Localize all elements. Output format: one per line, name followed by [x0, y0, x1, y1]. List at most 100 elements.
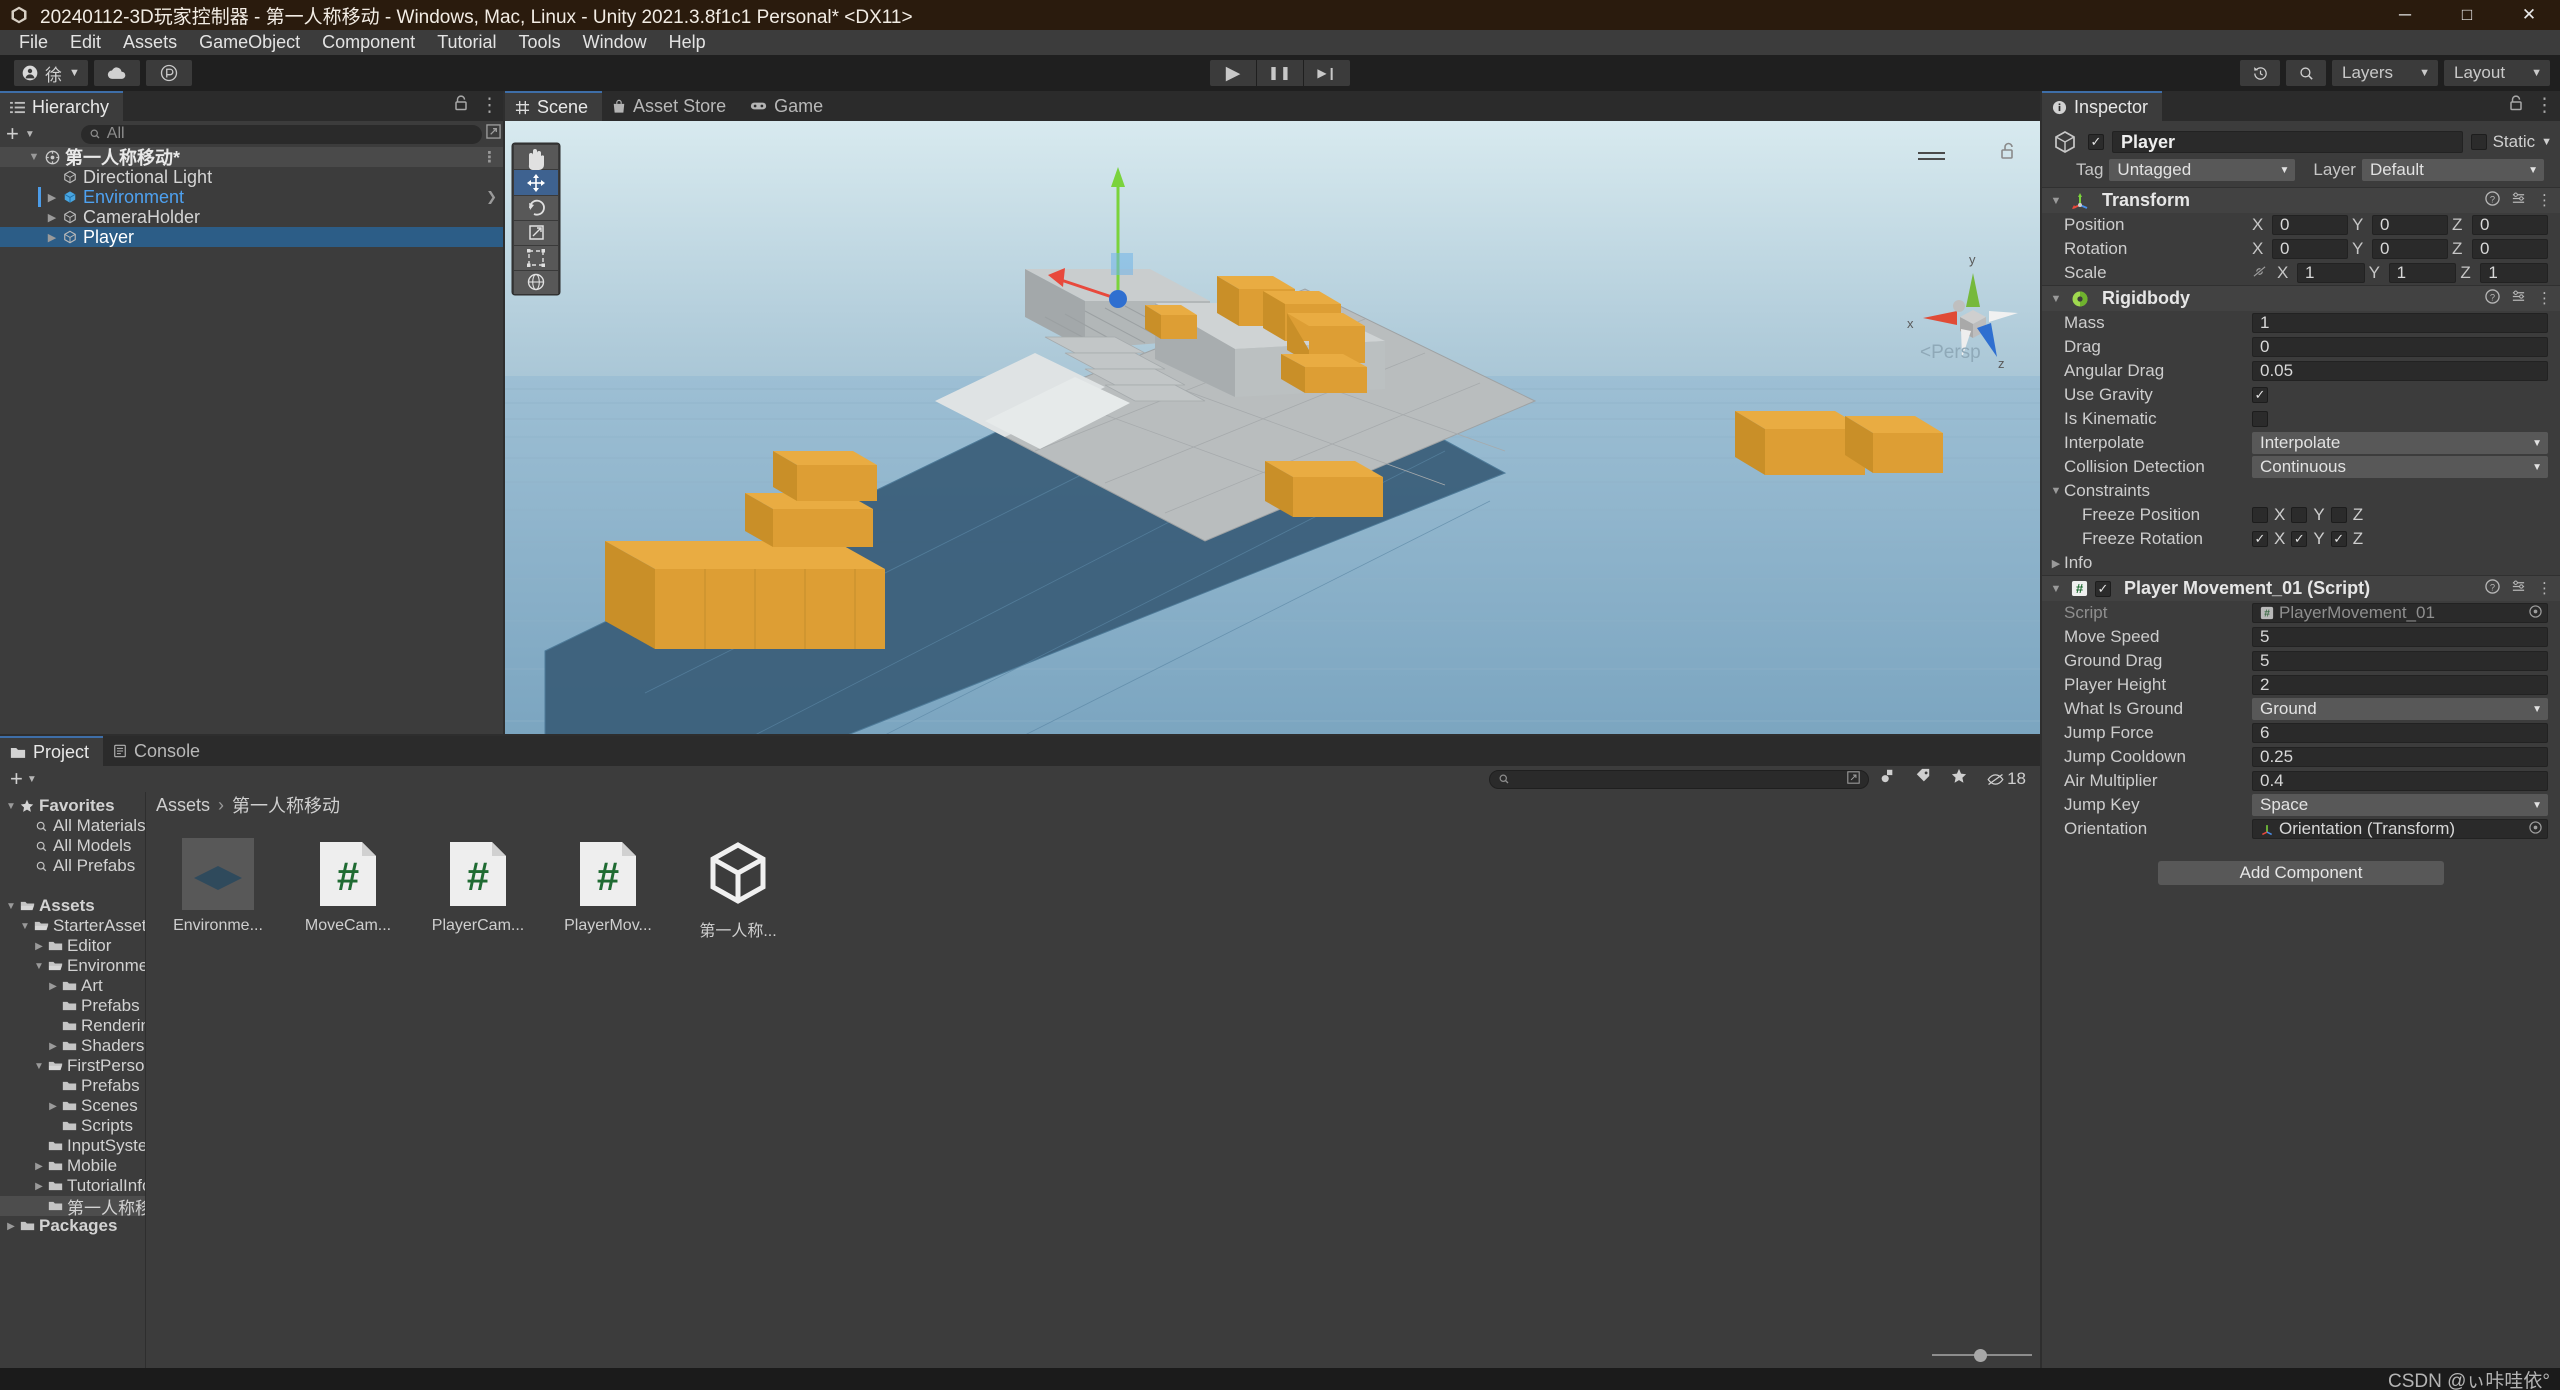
field-z[interactable]: 0 [2472, 215, 2548, 235]
expand-arrow-icon[interactable]: ▶ [46, 981, 60, 992]
project-tree-item-prefabs[interactable]: Prefabs [0, 1076, 145, 1096]
breadcrumb-item[interactable]: 第一人称移动 [232, 792, 340, 818]
undo-history-button[interactable] [2240, 60, 2280, 86]
checkbox-unchecked[interactable] [2252, 507, 2268, 523]
tab-scene[interactable]: Scene [505, 91, 603, 121]
component-header-transform[interactable]: ▼ Transform? ⋮ [2042, 187, 2560, 213]
checkbox-checked[interactable]: ✓ [2095, 580, 2111, 597]
project-tree-item-[interactable]: 第一人称移动 [0, 1196, 145, 1218]
value-field[interactable]: 2 [2252, 675, 2548, 695]
help-icon[interactable]: ? [2485, 579, 2500, 598]
expand-arrow-icon[interactable]: ▶ [44, 191, 60, 204]
breadcrumb-item[interactable]: Assets [156, 795, 210, 816]
favorite-icon[interactable] [1941, 768, 1977, 790]
pause-button[interactable]: ❚❚ [1257, 60, 1303, 86]
panel-menu-icon[interactable]: ⋮ [2535, 96, 2554, 115]
tab-game[interactable]: Game [740, 91, 838, 121]
tab-inspector[interactable]: Inspector [2042, 91, 2163, 121]
expand-arrow-icon[interactable]: ▼ [2048, 293, 2064, 305]
project-tree-item-favorites[interactable]: ▼ Favorites [0, 796, 145, 816]
value-field[interactable]: 6 [2252, 723, 2548, 743]
hierarchy-item-scene[interactable]: ▼ 第一人称移动* ⋮ [0, 147, 505, 168]
value-dropdown[interactable]: Interpolate ▼ [2252, 432, 2548, 454]
component-header-playermovement01script[interactable]: ▼ # ✓ Player Movement_01 (Script)? ⋮ [2042, 575, 2560, 601]
menu-item-tools[interactable]: Tools [508, 30, 572, 55]
project-tree-item-firstpersoncontroller[interactable]: ▼ FirstPersonController [0, 1056, 145, 1076]
help-icon[interactable]: ? [2485, 289, 2500, 308]
field-z[interactable]: 0 [2472, 239, 2548, 259]
expand-arrow-icon[interactable]: ▶ [2048, 557, 2064, 570]
asset-zoom-slider[interactable] [1932, 1348, 2032, 1362]
value-dropdown[interactable]: Space ▼ [2252, 794, 2548, 816]
field-y[interactable]: 0 [2372, 239, 2448, 259]
object-picker-icon[interactable] [2529, 819, 2542, 839]
checkbox-unchecked[interactable] [2291, 507, 2308, 523]
scale-link-icon[interactable] [2252, 263, 2267, 283]
tab-asset-store[interactable]: Asset Store [602, 91, 741, 121]
object-picker-icon[interactable] [2529, 603, 2542, 623]
menu-item-edit[interactable]: Edit [59, 30, 112, 55]
expand-arrow-icon[interactable]: ▼ [2048, 583, 2064, 595]
project-tree-item-starterassets[interactable]: ▼ StarterAssets [0, 916, 145, 936]
project-tree-item-rendering[interactable]: Rendering [0, 1016, 145, 1036]
asset-grid[interactable]: Environme... # MoveCam... # PlayerCam... # Pla… [146, 818, 2042, 941]
expand-arrow-icon[interactable]: ▶ [4, 1221, 18, 1232]
asset-item[interactable]: 第一人称... [690, 838, 786, 941]
project-search-expand-icon[interactable] [1847, 768, 1860, 790]
project-tree-item-assets[interactable]: ▼ Assets [0, 896, 145, 916]
asset-item[interactable]: # MoveCam... [300, 838, 396, 941]
field-x[interactable]: 1 [2297, 263, 2365, 283]
project-tree-item-scenes[interactable]: ▶ Scenes [0, 1096, 145, 1116]
hierarchy-item-environment[interactable]: ▶ Environment ❯ [0, 187, 505, 207]
chevron-down-icon[interactable]: ▼ [27, 774, 37, 785]
menu-item-component[interactable]: Component [311, 30, 426, 55]
hierarchy-tree[interactable]: ▼ 第一人称移动* ⋮ Directional Light ▶ Environment ❯ ▶… [0, 147, 505, 247]
value-field[interactable]: 1 [2252, 313, 2548, 333]
expand-arrow-icon[interactable]: ▶ [46, 1101, 60, 1112]
value-field[interactable]: 0.05 [2252, 361, 2548, 381]
panel-menu-icon[interactable]: ⋮ [480, 96, 499, 115]
preset-icon[interactable] [2511, 579, 2526, 598]
hidden-assets-count[interactable]: 18 [1977, 769, 2036, 789]
hierarchy-item-player[interactable]: ▶ Player [0, 227, 505, 247]
divider[interactable] [503, 91, 505, 736]
project-tree-item-allmodels[interactable]: All Models [0, 836, 145, 856]
asset-item[interactable]: # PlayerCam... [430, 838, 526, 941]
asset-item[interactable]: # PlayerMov... [560, 838, 656, 941]
menu-item-tutorial[interactable]: Tutorial [426, 30, 507, 55]
static-checkbox[interactable] [2470, 134, 2487, 150]
static-toggle[interactable]: Static ▼ [2470, 132, 2552, 152]
component-menu-icon[interactable]: ⋮ [2537, 193, 2552, 208]
expand-arrow-icon[interactable]: ▼ [32, 961, 46, 972]
project-tree-item-scripts[interactable]: Scripts [0, 1116, 145, 1136]
menu-item-help[interactable]: Help [658, 30, 717, 55]
minimize-button[interactable]: ─ [2374, 0, 2436, 30]
chevron-down-icon[interactable]: ▼ [2541, 136, 2552, 148]
scene-viewport[interactable]: y x z <Persp [505, 121, 2042, 736]
hierarchy-search-input[interactable]: All [80, 124, 482, 144]
project-tree-item-allmaterials[interactable]: All Materials [0, 816, 145, 836]
project-tree-item[interactable] [0, 876, 145, 896]
checkbox-checked[interactable]: ✓ [2330, 531, 2347, 547]
project-tree-item-allprefabs[interactable]: All Prefabs [0, 856, 145, 876]
hierarchy-item-directionallight[interactable]: Directional Light [0, 167, 505, 187]
object-name-field[interactable]: Player [2112, 131, 2463, 153]
preset-icon[interactable] [2511, 191, 2526, 210]
checkbox-checked[interactable]: ✓ [2252, 531, 2268, 547]
component-menu-icon[interactable]: ⋮ [2537, 291, 2552, 306]
expand-arrow-icon[interactable]: ▶ [44, 211, 60, 224]
component-menu-icon[interactable]: ⋮ [2537, 581, 2552, 596]
project-tree-item-prefabs[interactable]: Prefabs [0, 996, 145, 1016]
component-header-rigidbody[interactable]: ▼ Rigidbody? ⋮ [2042, 285, 2560, 311]
field-x[interactable]: 0 [2272, 215, 2348, 235]
scene-menu-icon[interactable]: ⋮ [482, 148, 497, 166]
divider[interactable] [0, 734, 2040, 736]
field-z[interactable]: 1 [2480, 263, 2549, 283]
expand-arrow-icon[interactable]: ▼ [4, 901, 18, 912]
tab-hierarchy[interactable]: Hierarchy [0, 91, 124, 121]
checkbox-unchecked[interactable] [2330, 507, 2347, 523]
expand-arrow-icon[interactable]: ▼ [2048, 485, 2064, 497]
project-tree-item-inputsystem[interactable]: InputSystem [0, 1136, 145, 1156]
add-component-button[interactable]: Add Component [2158, 861, 2444, 885]
expand-arrow-icon[interactable]: ▼ [32, 1061, 46, 1072]
